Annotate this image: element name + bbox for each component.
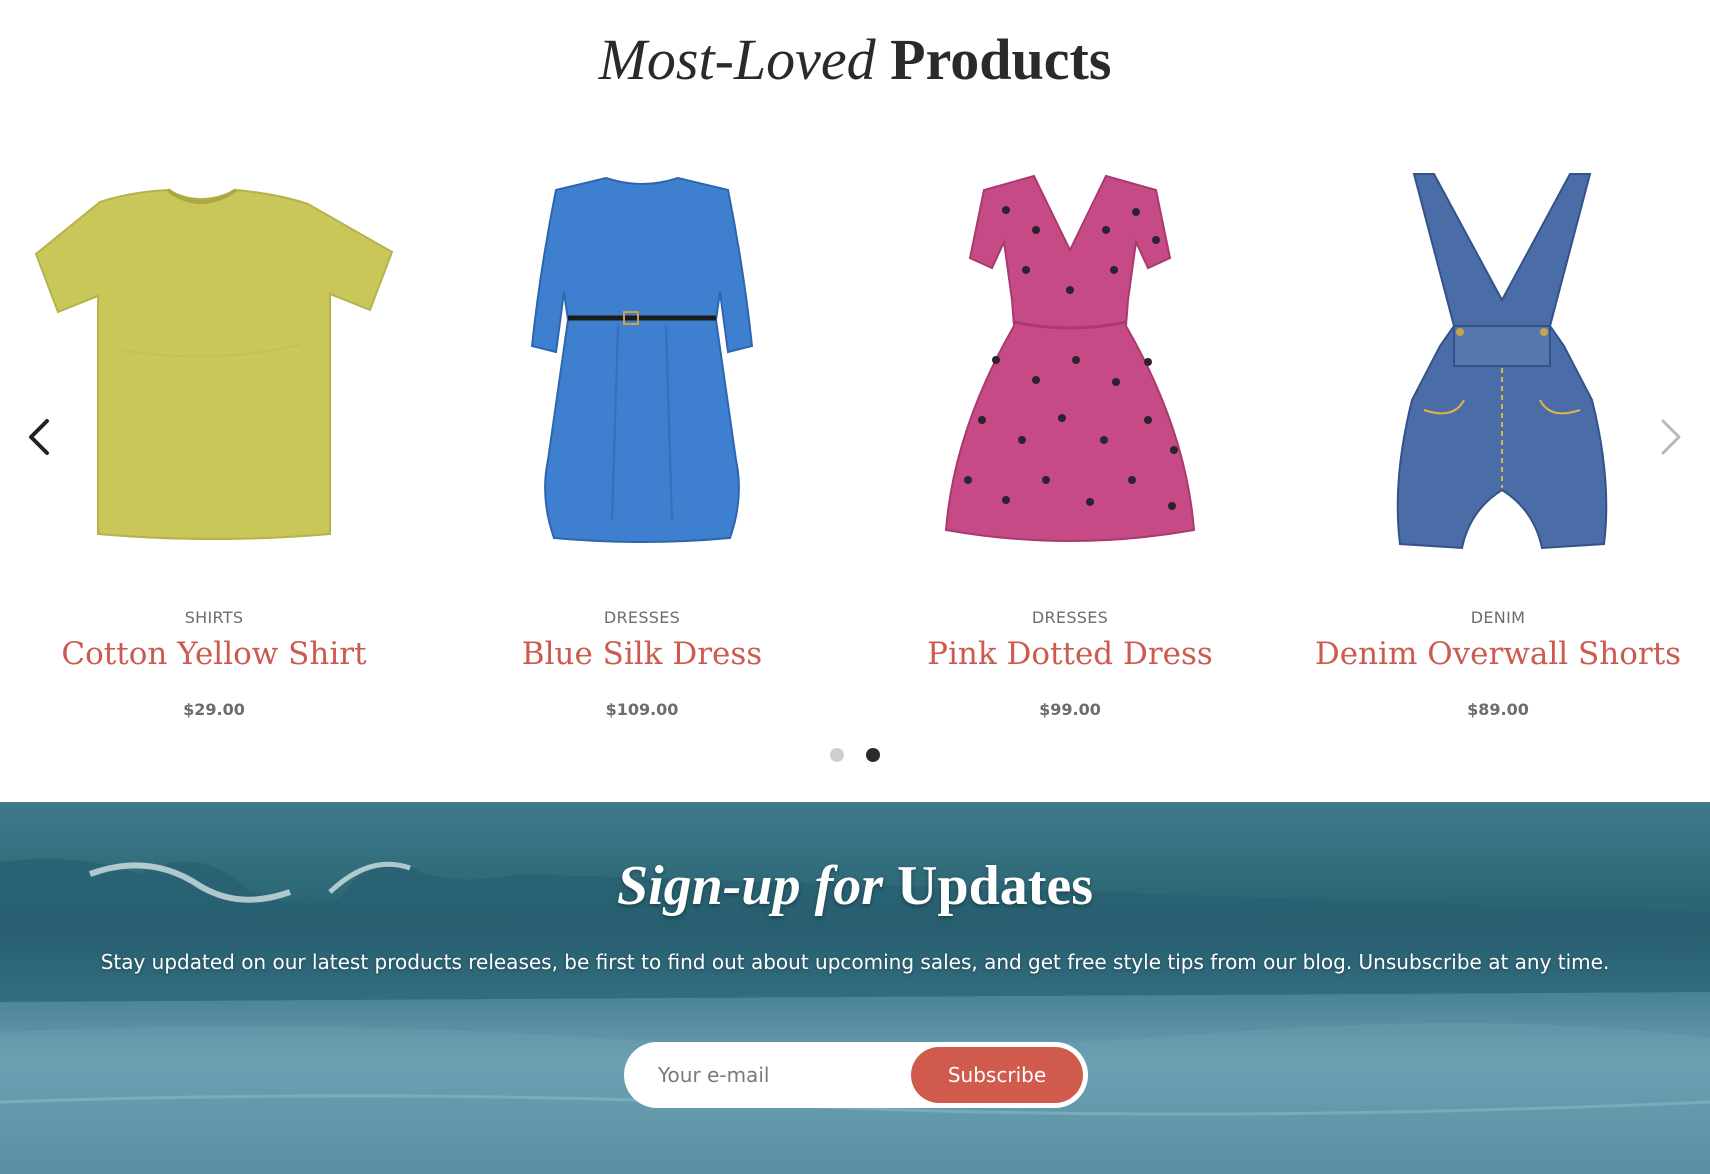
product-image-blue-dress[interactable] bbox=[428, 150, 856, 570]
subscribe-button[interactable]: Subscribe bbox=[911, 1047, 1083, 1103]
product-category: SHIRTS bbox=[184, 608, 244, 627]
product-name[interactable]: Blue Silk Dress bbox=[428, 636, 856, 672]
product-category: DRESSES bbox=[603, 608, 681, 627]
carousel-pagination bbox=[0, 748, 1710, 764]
product-category: DRESSES bbox=[1031, 608, 1109, 627]
email-input[interactable] bbox=[658, 1056, 918, 1094]
product-card[interactable]: DENIM Denim Overwall Shorts $89.00 bbox=[1284, 150, 1710, 730]
signup-title: Sign-up for Updates bbox=[0, 854, 1710, 918]
subscribe-form: Subscribe bbox=[624, 1042, 1088, 1108]
most-loved-products-section: Most-Loved Products SHIRTS Cotton Yellow… bbox=[0, 0, 1710, 802]
product-image-denim-overalls[interactable] bbox=[1284, 150, 1710, 570]
signup-title-plain: Updates bbox=[897, 855, 1094, 917]
signup-description: Stay updated on our latest products rele… bbox=[100, 950, 1610, 974]
product-price: $99.00 bbox=[1039, 700, 1101, 719]
product-category: DENIM bbox=[1470, 608, 1526, 627]
product-card[interactable]: SHIRTS Cotton Yellow Shirt $29.00 bbox=[0, 150, 428, 730]
product-price: $109.00 bbox=[605, 700, 679, 719]
carousel-dot-1[interactable] bbox=[830, 748, 844, 762]
product-price: $89.00 bbox=[1467, 700, 1529, 719]
product-image-yellow-tshirt[interactable] bbox=[0, 150, 428, 570]
signup-title-italic: Sign-up for bbox=[616, 855, 884, 917]
signup-section: Sign-up for Updates Stay updated on our … bbox=[0, 802, 1710, 1174]
product-image-pink-polka-dot-dress[interactable] bbox=[856, 150, 1284, 570]
section-title-italic: Most-Loved bbox=[598, 27, 876, 92]
product-price: $29.00 bbox=[183, 700, 245, 719]
product-card[interactable]: DRESSES Pink Dotted Dress $99.00 bbox=[856, 150, 1284, 730]
product-name[interactable]: Pink Dotted Dress bbox=[856, 636, 1284, 672]
carousel-dot-2[interactable] bbox=[866, 748, 880, 762]
product-name[interactable]: Denim Overwall Shorts bbox=[1284, 636, 1710, 672]
product-card[interactable]: DRESSES Blue Silk Dress $109.00 bbox=[428, 150, 856, 730]
section-title: Most-Loved Products bbox=[0, 22, 1710, 98]
product-name[interactable]: Cotton Yellow Shirt bbox=[0, 636, 428, 672]
section-title-bold: Products bbox=[890, 27, 1112, 92]
